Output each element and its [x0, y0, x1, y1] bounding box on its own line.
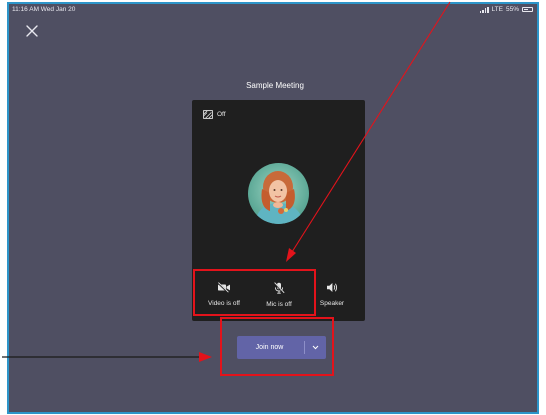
signal-icon: [479, 6, 489, 13]
speaker-icon: [327, 283, 338, 292]
status-time: 11:16 AM Wed Jan 20: [12, 6, 76, 13]
join-highlight-box: [220, 317, 334, 376]
background-effects-toggle[interactable]: Off: [203, 110, 226, 119]
background-effects-icon: [203, 110, 213, 119]
close-icon: [26, 25, 38, 37]
battery-icon: [522, 7, 533, 12]
close-button[interactable]: [25, 24, 39, 38]
meeting-title: Sample Meeting: [246, 81, 304, 90]
status-bar: 11:16 AM Wed Jan 20 LTE 55%: [9, 4, 537, 16]
speaker-label: Speaker: [319, 300, 345, 307]
network-label: LTE: [491, 6, 503, 13]
background-effects-label: Off: [217, 111, 226, 118]
status-indicators: LTE 55%: [479, 6, 533, 13]
avatar: [248, 163, 309, 224]
controls-highlight-box: [193, 269, 316, 316]
battery-percent: 55%: [505, 6, 519, 13]
